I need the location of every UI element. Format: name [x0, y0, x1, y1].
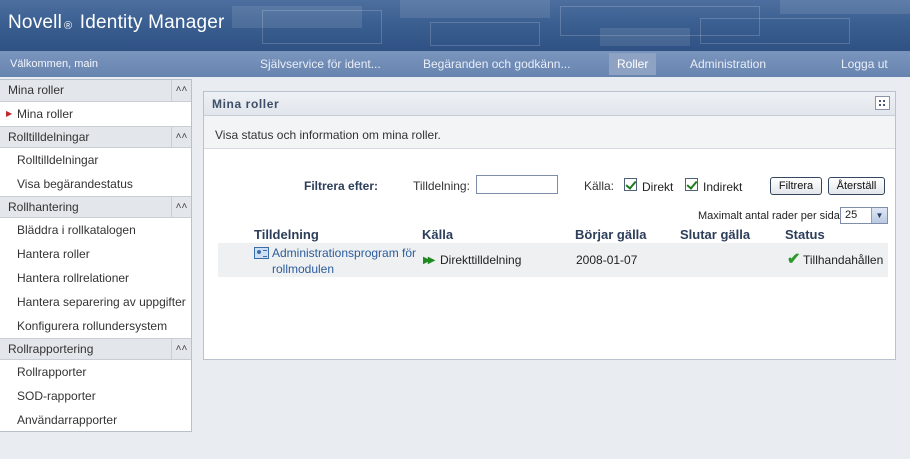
sidebar-item-label: Rolltilldelningar — [17, 153, 99, 167]
assignment-label: Tilldelning: — [413, 179, 470, 193]
selected-marker-icon: ▶ — [6, 109, 13, 118]
sidebar-item-my-roles[interactable]: ▶ Mina roller — [0, 102, 191, 126]
portlet-header: Mina roller — [204, 92, 895, 116]
section-title: Rolltilldelningar — [8, 130, 90, 144]
max-rows-label: Maximalt antal rader per sida — [698, 210, 840, 222]
sidebar-item-label: Hantera separering av uppgifter — [17, 295, 186, 309]
logout-link[interactable]: Logga ut — [841, 53, 888, 75]
app-header: Novell ® Identity Manager — [0, 0, 910, 51]
sidebar-item-browse-catalog[interactable]: Bläddra i rollkatalogen — [0, 218, 191, 242]
table-row: Administrationsprogram för rollmodulen ▶… — [218, 243, 888, 277]
sidebar-item-role-assignments[interactable]: Rolltilldelningar — [0, 148, 191, 172]
double-arrow-right-icon: ▶▶ — [423, 255, 436, 266]
section-title: Rollhantering — [8, 200, 79, 214]
filter-label: Filtrera efter: — [304, 179, 379, 193]
assignment-filter-input[interactable] — [476, 175, 558, 194]
role-icon — [254, 247, 269, 259]
sidebar-section-role-assignments: Rolltilldelningar ˄˄ — [0, 126, 191, 148]
sidebar-item-label: SOD-rapporter — [17, 389, 96, 403]
sidebar-item-manage-roles[interactable]: Hantera roller — [0, 242, 191, 266]
header-decoration — [430, 22, 540, 46]
sidebar-item-manage-relations[interactable]: Hantera rollrelationer — [0, 266, 191, 290]
sidebar-section-role-management: Rollhantering ˄˄ — [0, 196, 191, 218]
collapse-icon[interactable]: ˄˄ — [171, 127, 191, 148]
top-navigation: Välkommen, main Självservice för ident..… — [0, 51, 910, 77]
logo-registered-mark: ® — [64, 20, 73, 32]
filter-button[interactable]: Filtrera — [770, 177, 822, 195]
header-decoration — [780, 0, 910, 14]
sidebar-item-label: Visa begärandestatus — [17, 177, 133, 191]
tab-requests-approvals[interactable]: Begäranden och godkänn... — [423, 53, 570, 75]
sidebar-item-manage-sod[interactable]: Hantera separering av uppgifter — [0, 290, 191, 314]
sidebar-item-label: Konfigurera rollundersystem — [17, 319, 168, 333]
sidebar-item-label: Rollrapporter — [17, 365, 87, 379]
portlet-title: Mina roller — [212, 97, 280, 111]
tab-self-service[interactable]: Självservice för ident... — [260, 53, 381, 75]
max-rows-value: 25 — [845, 209, 858, 221]
indirect-checkbox[interactable] — [685, 178, 698, 191]
sidebar-item-configure-subsystem[interactable]: Konfigurera rollundersystem — [0, 314, 191, 338]
header-decoration — [262, 10, 382, 44]
indirect-label: Indirekt — [703, 180, 743, 194]
section-title: Mina roller — [8, 83, 65, 97]
logo-product: Identity Manager — [79, 12, 225, 33]
start-date-cell: 2008-01-07 — [576, 253, 638, 267]
sidebar-item-label: Användarrapporter — [17, 413, 118, 427]
tab-administration[interactable]: Administration — [690, 53, 766, 75]
direct-checkbox[interactable] — [624, 178, 637, 191]
sidebar-item-label: Hantera roller — [17, 247, 90, 261]
welcome-text: Välkommen, main — [10, 58, 99, 70]
column-header-source[interactable]: Källa — [422, 227, 453, 242]
sidebar-item-label: Bläddra i rollkatalogen — [17, 223, 136, 237]
portlet-description: Visa status och information om mina roll… — [204, 116, 895, 149]
my-roles-portlet: Mina roller Visa status och information … — [203, 91, 896, 360]
column-header-ends[interactable]: Slutar gälla — [680, 227, 750, 242]
sidebar-item-user-reports[interactable]: Användarrapporter — [0, 408, 191, 432]
sidebar-item-label: Mina roller — [17, 107, 74, 121]
section-title: Rollrapportering — [8, 342, 94, 356]
reset-button[interactable]: Återställ — [828, 177, 885, 195]
logo-brand: Novell — [8, 12, 62, 33]
sidebar-section-my-roles: Mina roller ˄˄ — [0, 80, 191, 102]
sidebar-section-role-reporting: Rollrapportering ˄˄ — [0, 338, 191, 360]
sidebar: Mina roller ˄˄ ▶ Mina roller Rolltilldel… — [0, 79, 192, 432]
sidebar-item-label: Hantera rollrelationer — [17, 271, 130, 285]
source-cell: Direkttilldelning — [440, 253, 522, 267]
source-label: Källa: — [584, 179, 615, 193]
direct-label: Direkt — [642, 180, 674, 194]
app-logo: Novell ® Identity Manager — [8, 12, 225, 34]
chevron-down-icon[interactable]: ▼ — [871, 208, 887, 223]
portlet-menu-icon[interactable] — [875, 96, 890, 110]
max-rows-select[interactable]: 25 ▼ — [840, 207, 888, 224]
column-header-starts[interactable]: Börjar gälla — [575, 227, 647, 242]
header-decoration — [600, 28, 690, 46]
column-header-status[interactable]: Status — [785, 227, 825, 242]
checkmark-icon: ✔ — [787, 251, 801, 268]
collapse-icon[interactable]: ˄˄ — [171, 339, 191, 360]
role-link[interactable]: Administrationsprogram för rollmodulen — [272, 245, 427, 277]
sidebar-item-sod-reports[interactable]: SOD-rapporter — [0, 384, 191, 408]
collapse-icon[interactable]: ˄˄ — [171, 197, 191, 218]
column-header-assignment[interactable]: Tilldelning — [254, 227, 319, 242]
tab-roles[interactable]: Roller — [609, 53, 657, 75]
sidebar-item-role-reports[interactable]: Rollrapporter — [0, 360, 191, 384]
status-cell: Tillhandahållen — [803, 253, 884, 267]
collapse-icon[interactable]: ˄˄ — [171, 80, 191, 101]
header-decoration — [700, 18, 850, 44]
header-decoration — [400, 0, 550, 18]
sidebar-item-request-status[interactable]: Visa begärandestatus — [0, 172, 191, 196]
